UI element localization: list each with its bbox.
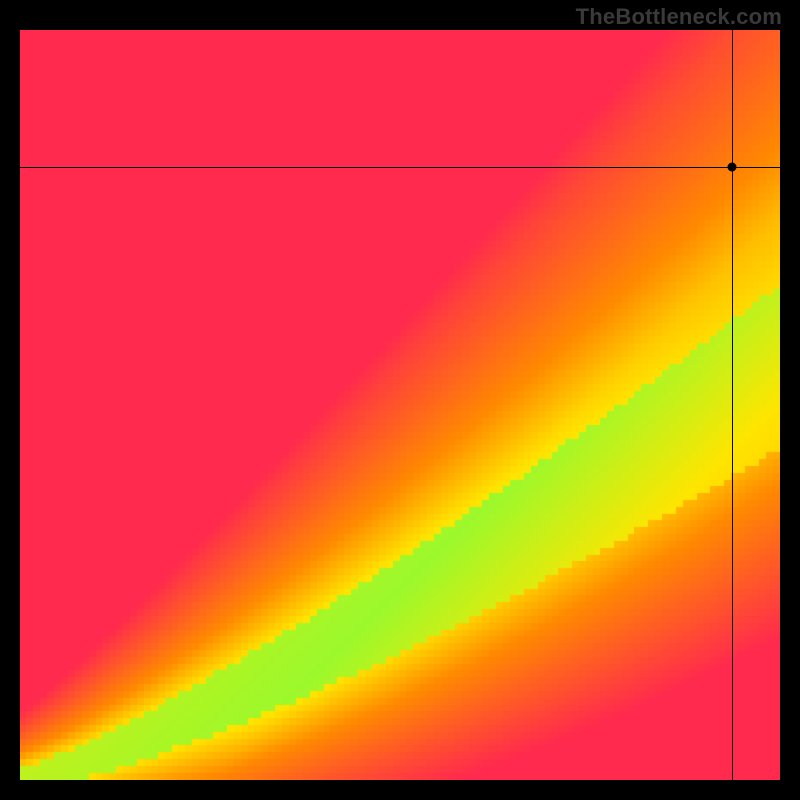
watermark-text: TheBottleneck.com	[576, 4, 782, 30]
chart-container: TheBottleneck.com	[0, 0, 800, 800]
heatmap-plot	[20, 30, 780, 780]
heatmap-canvas	[20, 30, 780, 780]
